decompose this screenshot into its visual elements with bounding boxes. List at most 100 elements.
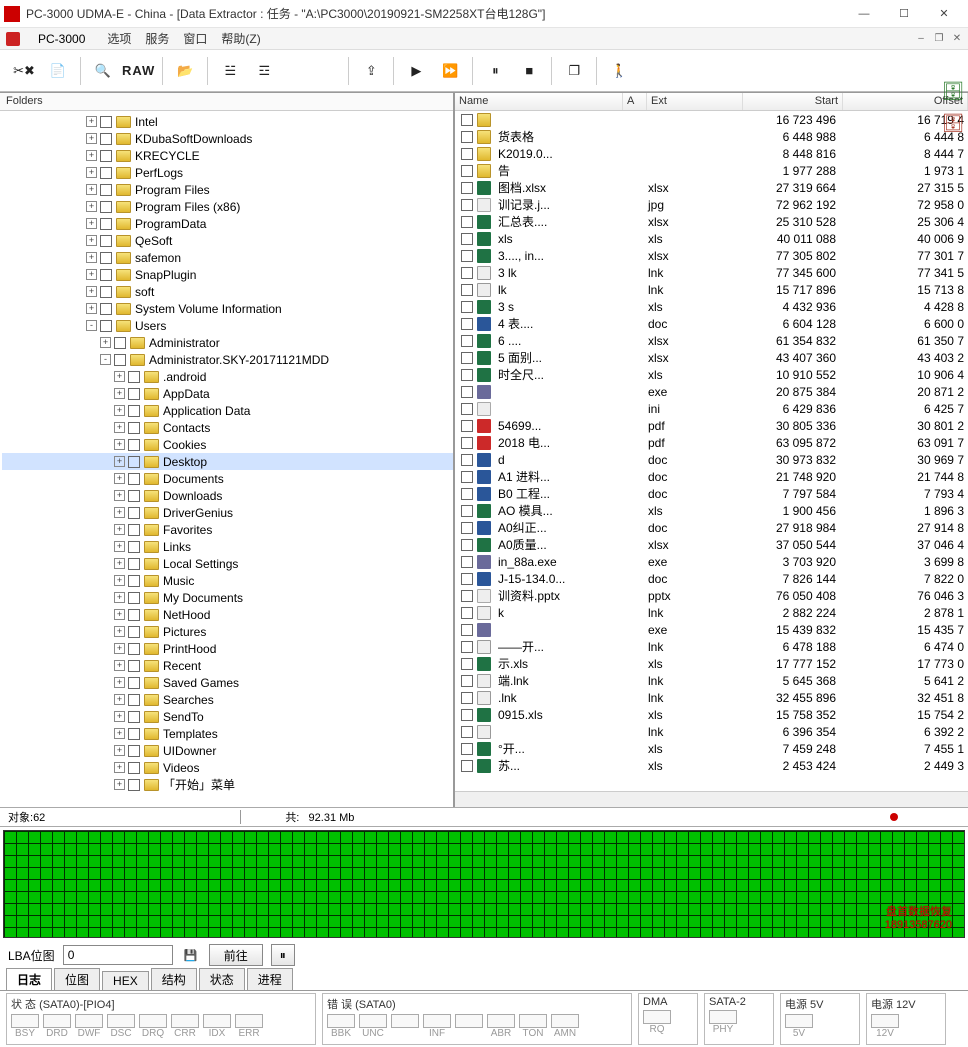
tab-结构[interactable]: 结构 (151, 968, 197, 990)
file-row[interactable]: 3 lklnk77 345 60077 341 5 (455, 264, 968, 281)
expand-icon[interactable]: + (86, 184, 97, 195)
file-checkbox[interactable] (461, 148, 473, 160)
tree-checkbox[interactable] (128, 371, 140, 383)
tree-item[interactable]: +System Volume Information (2, 300, 453, 317)
col-name[interactable]: Name (455, 93, 623, 110)
expand-icon[interactable]: + (86, 133, 97, 144)
tree-checkbox[interactable] (100, 320, 112, 332)
expand-icon[interactable]: + (86, 116, 97, 127)
tree-checkbox[interactable] (100, 133, 112, 145)
tree-checkbox[interactable] (100, 116, 112, 128)
tree-item[interactable]: +QeSoft (2, 232, 453, 249)
expand-icon[interactable]: + (114, 524, 125, 535)
expand-icon[interactable]: + (114, 745, 125, 756)
file-row[interactable]: 3 sxls4 432 9364 428 8 (455, 298, 968, 315)
tree-checkbox[interactable] (128, 422, 140, 434)
file-checkbox[interactable] (461, 335, 473, 347)
tree-checkbox[interactable] (128, 677, 140, 689)
tree-checkbox[interactable] (128, 745, 140, 757)
expand-icon[interactable]: + (100, 337, 111, 348)
tree-item[interactable]: +.android (2, 368, 453, 385)
tree-checkbox[interactable] (128, 711, 140, 723)
file-row[interactable]: 54699...pdf30 805 33630 801 2 (455, 417, 968, 434)
tree-checkbox[interactable] (100, 218, 112, 230)
expand-icon[interactable]: + (114, 660, 125, 671)
tree-item[interactable]: +ProgramData (2, 215, 453, 232)
col-a[interactable]: A (623, 93, 647, 110)
tree-checkbox[interactable] (114, 337, 126, 349)
file-checkbox[interactable] (461, 624, 473, 636)
copy-icon[interactable]: ❐ (558, 56, 590, 86)
close-button[interactable]: ✕ (924, 0, 964, 28)
tree-item[interactable]: +Program Files (x86) (2, 198, 453, 215)
tree-checkbox[interactable] (128, 439, 140, 451)
tree-item[interactable]: +Pictures (2, 623, 453, 640)
tree-item[interactable]: +SendTo (2, 708, 453, 725)
tree-item[interactable]: +Templates (2, 725, 453, 742)
tree-checkbox[interactable] (128, 541, 140, 553)
col-ext[interactable]: Ext (647, 93, 743, 110)
mdi-minimize-button[interactable]: – (914, 32, 928, 46)
file-row[interactable]: 货表格6 448 9886 444 8 (455, 128, 968, 145)
file-checkbox[interactable] (461, 216, 473, 228)
file-row[interactable]: J-15-134.0...doc7 826 1447 822 0 (455, 570, 968, 587)
file-checkbox[interactable] (461, 182, 473, 194)
step-icon[interactable]: ⏩ (434, 56, 466, 86)
search-icon[interactable]: 🔍 (87, 56, 119, 86)
file-row[interactable]: 示.xlsxls17 777 15217 773 0 (455, 655, 968, 672)
file-checkbox[interactable] (461, 301, 473, 313)
tree-item[interactable]: +Recent (2, 657, 453, 674)
file-row[interactable]: .lnklnk32 455 89632 451 8 (455, 689, 968, 706)
properties-icon[interactable]: 📄 (42, 56, 74, 86)
tree-checkbox[interactable] (100, 269, 112, 281)
menu-window[interactable]: 窗口 (183, 30, 207, 47)
expand-icon[interactable]: + (114, 694, 125, 705)
expand-icon[interactable]: + (114, 762, 125, 773)
expand-icon[interactable]: + (114, 507, 125, 518)
tree-item[interactable]: +Desktop (2, 453, 453, 470)
file-checkbox[interactable] (461, 352, 473, 364)
tree-item[interactable]: +PrintHood (2, 640, 453, 657)
file-checkbox[interactable] (461, 131, 473, 143)
file-row[interactable]: exe20 875 38420 871 2 (455, 383, 968, 400)
file-row[interactable]: A1 进料...doc21 748 92021 744 8 (455, 468, 968, 485)
tree-checkbox[interactable] (128, 728, 140, 740)
file-row[interactable]: 苏...xls2 453 4242 449 3 (455, 757, 968, 774)
expand-icon[interactable]: + (114, 405, 125, 416)
tree-item[interactable]: +Cookies (2, 436, 453, 453)
file-row[interactable]: 3...., in...xlsx77 305 80277 301 7 (455, 247, 968, 264)
col-start[interactable]: Start (743, 93, 843, 110)
expand-icon[interactable]: + (114, 473, 125, 484)
minimize-button[interactable]: — (844, 0, 884, 28)
tools-icon[interactable]: ✂✖ (8, 56, 40, 86)
expand-icon[interactable]: + (114, 779, 125, 790)
stop-icon[interactable]: ■ (513, 56, 545, 86)
expand-icon[interactable]: + (86, 269, 97, 280)
horizontal-scrollbar[interactable] (455, 791, 968, 807)
tree-checkbox[interactable] (128, 490, 140, 502)
file-row[interactable]: 告1 977 2881 973 1 (455, 162, 968, 179)
tree-item[interactable]: -Administrator.SKY-20171121MDD (2, 351, 453, 368)
file-checkbox[interactable] (461, 199, 473, 211)
expand-icon[interactable]: + (86, 235, 97, 246)
tree-checkbox[interactable] (100, 184, 112, 196)
mdi-close-button[interactable]: ✕ (950, 32, 964, 46)
tab-日志[interactable]: 日志 (6, 968, 52, 990)
file-row[interactable]: exe15 439 83215 435 7 (455, 621, 968, 638)
tree-item[interactable]: +Intel (2, 113, 453, 130)
play-icon[interactable]: ▶ (400, 56, 432, 86)
expand-icon[interactable]: + (114, 439, 125, 450)
file-row[interactable]: 16 723 49616 719 4 (455, 111, 968, 128)
tree-view2-icon[interactable]: ☲ (248, 56, 280, 86)
tab-状态[interactable]: 状态 (199, 968, 245, 990)
expand-icon[interactable]: - (100, 354, 111, 365)
expand-icon[interactable]: + (114, 728, 125, 739)
mdi-restore-button[interactable]: ❐ (932, 32, 946, 46)
tree-checkbox[interactable] (100, 303, 112, 315)
sector-map[interactable]: 盘首数据恢复 18913587620 (3, 830, 965, 938)
file-checkbox[interactable] (461, 114, 473, 126)
file-row[interactable]: ini6 429 8366 425 7 (455, 400, 968, 417)
expand-icon[interactable]: + (114, 490, 125, 501)
tree-item[interactable]: +「开始」菜单 (2, 776, 453, 793)
expand-icon[interactable]: + (114, 677, 125, 688)
